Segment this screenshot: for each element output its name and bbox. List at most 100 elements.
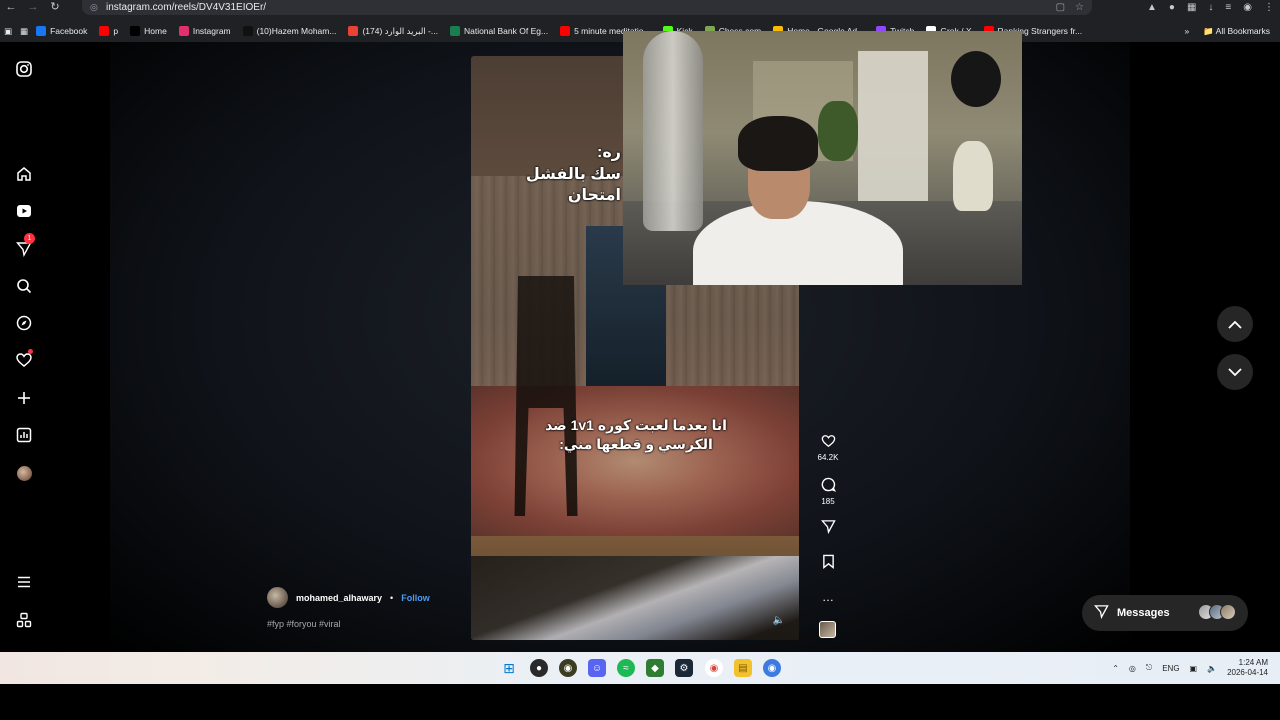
- screen-bottom-bar: [0, 684, 1280, 720]
- apps-grid-icon[interactable]: ▦: [20, 26, 28, 37]
- author-separator: •: [390, 592, 394, 603]
- bookmark-favicon-icon: [99, 26, 110, 36]
- bookmark-favicon-icon: [242, 26, 253, 36]
- profile-avatar-icon[interactable]: ◉: [1243, 2, 1252, 13]
- app-icon-2[interactable]: ◉: [559, 659, 577, 677]
- webcam-person-hair: [738, 116, 818, 171]
- next-reel-button[interactable]: [1217, 354, 1253, 390]
- more-menu-icon[interactable]: [14, 572, 34, 592]
- bookmark-favicon-icon: [36, 26, 47, 36]
- bookmark-item[interactable]: National Bank Of Eg...: [449, 26, 549, 36]
- profile-avatar[interactable]: [14, 463, 34, 483]
- bookmark-item[interactable]: p: [99, 26, 118, 36]
- message-avatar: [1220, 604, 1236, 620]
- create-plus-icon[interactable]: [14, 388, 34, 408]
- save-button[interactable]: [812, 554, 844, 572]
- volume-icon[interactable]: 🔈: [771, 612, 787, 628]
- steam-icon[interactable]: ⚙: [675, 659, 693, 677]
- clock[interactable]: 1:24 AM 2026-04-14: [1227, 658, 1268, 679]
- author-avatar[interactable]: [267, 587, 288, 608]
- app-icon-1[interactable]: ●: [530, 659, 548, 677]
- also-from-meta-icon[interactable]: [14, 610, 34, 630]
- spotify-icon[interactable]: ≈: [617, 659, 635, 677]
- home-icon[interactable]: [14, 164, 34, 184]
- url-text[interactable]: instagram.com/reels/DV4V31EIOEr/: [106, 2, 266, 13]
- more-options-button[interactable]: …: [812, 589, 844, 605]
- site-info-icon[interactable]: ◎: [90, 2, 104, 13]
- extensions-puzzle-icon[interactable]: ▦: [1187, 2, 1196, 13]
- audio-thumbnail[interactable]: [819, 621, 836, 638]
- back-icon[interactable]: ←: [0, 0, 22, 15]
- chrome-icon[interactable]: ◉: [705, 659, 723, 677]
- notification-dot: [28, 349, 33, 354]
- file-explorer-icon[interactable]: ▤: [734, 659, 752, 677]
- webcam-balloon: [951, 51, 1001, 107]
- share-button[interactable]: [812, 519, 844, 537]
- follow-button[interactable]: Follow: [401, 593, 430, 603]
- discord-icon[interactable]: ☺: [588, 659, 606, 677]
- webcam-door: [858, 51, 928, 201]
- bookmark-item[interactable]: Facebook: [36, 26, 87, 36]
- like-count: 64.2K: [817, 453, 839, 462]
- reel-author: mohamed_alhawary • Follow: [267, 587, 430, 608]
- bookmark-favicon-icon: [130, 26, 141, 36]
- reels-icon[interactable]: [14, 201, 34, 221]
- explore-compass-icon[interactable]: [14, 313, 34, 333]
- bookmark-label: p: [113, 26, 119, 36]
- instagram-logo-icon[interactable]: [14, 59, 34, 79]
- windows-taskbar: ⊞ ● ◉ ☺ ≈ ◆ ⚙ ◉ ▤ ◉ ⌃ ◎ ⎋ ENG ▣ 🔈 1:24 A…: [0, 652, 1280, 684]
- address-bar[interactable]: ◎ instagram.com/reels/DV4V31EIOEr/ ▢ ☆: [82, 0, 1092, 15]
- bookmark-label: Instagram: [192, 26, 231, 36]
- extension-icon[interactable]: ▲: [1147, 2, 1157, 13]
- bookmark-label: Home: [144, 26, 167, 36]
- instagram-page: 1 ره: سك بالفشل امتحان انا بعدما لعبت كو…: [0, 31, 1280, 652]
- messages-button[interactable]: Messages: [1082, 595, 1248, 631]
- network-icon[interactable]: ▣: [1190, 664, 1198, 673]
- bookmark-item[interactable]: Home: [130, 26, 167, 36]
- previous-reel-button[interactable]: [1217, 306, 1253, 342]
- reel-hashtags[interactable]: #fyp #foryou #viral: [267, 619, 341, 629]
- like-button[interactable]: 64.2K: [812, 434, 844, 462]
- bookmark-icon: [822, 554, 835, 572]
- webcam-overlay: [623, 31, 1022, 285]
- direct-messages-icon[interactable]: 1: [14, 233, 35, 259]
- bookmark-item[interactable]: (10)Hazem Moham...: [242, 26, 336, 36]
- downloads-icon[interactable]: ↓: [1208, 2, 1213, 13]
- notifications-heart-icon[interactable]: [14, 349, 34, 370]
- tab-search-icon[interactable]: ▣: [4, 26, 12, 37]
- comment-button[interactable]: 185: [812, 477, 844, 506]
- language-indicator[interactable]: ENG: [1162, 664, 1179, 673]
- webcam-mannequin: [643, 31, 703, 231]
- volume-tray-icon[interactable]: 🔈: [1207, 664, 1217, 673]
- bookmark-favicon-icon: [348, 26, 359, 36]
- profile-extension-icon[interactable]: ●: [1169, 2, 1175, 13]
- app-icon-3[interactable]: ◆: [646, 659, 664, 677]
- tray-overflow-icon[interactable]: ⌃: [1112, 664, 1119, 673]
- bookmark-label: National Bank Of Eg...: [463, 26, 549, 36]
- reading-list-icon[interactable]: ≡: [1225, 2, 1231, 13]
- bookmark-favicon-icon: [178, 26, 189, 36]
- reel-caption-top: ره: سك بالفشل امتحان: [525, 144, 621, 205]
- app-icon-4[interactable]: ◉: [763, 659, 781, 677]
- bookmark-item[interactable]: (174) البريد الوارد -...: [348, 26, 438, 37]
- bookmark-label: (174) البريد الوارد -...: [362, 25, 438, 36]
- bookmark-star-icon[interactable]: ☆: [1075, 2, 1084, 13]
- forward-icon[interactable]: →: [22, 0, 44, 15]
- webcam-plant: [818, 101, 858, 161]
- bookmark-label: Facebook: [50, 26, 88, 36]
- microphone-icon[interactable]: ⎋: [1146, 663, 1152, 673]
- video-scene-blanket: [471, 556, 799, 640]
- reel-caption-middle: انا بعدما لعبت كوره 1v1 ضد الكرسي و قطعه…: [545, 417, 727, 452]
- all-bookmarks-button[interactable]: 📁 All Bookmarks: [1203, 26, 1270, 37]
- search-icon[interactable]: [14, 276, 34, 296]
- bookmarks-overflow-icon[interactable]: »: [1184, 26, 1189, 36]
- tray-app-icon[interactable]: ◎: [1129, 664, 1136, 673]
- browser-menu-icon[interactable]: ⋮: [1264, 2, 1274, 13]
- windows-start-icon[interactable]: ⊞: [500, 659, 518, 677]
- dashboard-chart-icon[interactable]: [14, 425, 34, 445]
- author-username[interactable]: mohamed_alhawary: [296, 593, 382, 603]
- heart-icon: [821, 434, 836, 451]
- install-app-icon[interactable]: ▢: [1056, 2, 1065, 13]
- reload-icon[interactable]: ↻: [44, 0, 66, 15]
- bookmark-item[interactable]: Instagram: [178, 26, 231, 36]
